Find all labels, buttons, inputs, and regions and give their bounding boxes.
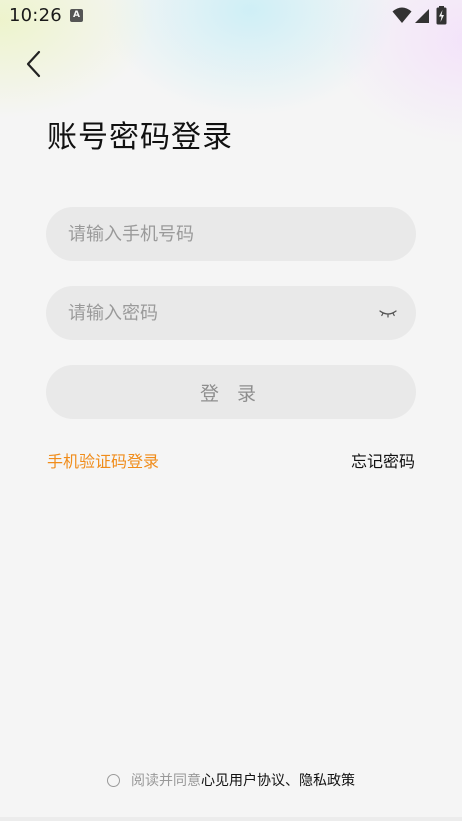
phone-field[interactable] xyxy=(46,207,416,261)
bottom-edge xyxy=(0,817,462,821)
notification-a-icon: A xyxy=(70,9,83,22)
back-button[interactable] xyxy=(18,48,50,80)
phone-input[interactable] xyxy=(68,207,368,261)
wifi-icon xyxy=(392,7,412,23)
password-input[interactable] xyxy=(68,286,368,340)
agreement-row: 阅读并同意 心见用户协议 、 隐私政策 xyxy=(0,769,462,791)
status-bar: 10:26 A xyxy=(0,0,462,32)
chevron-left-icon xyxy=(26,50,41,78)
battery-charging-icon xyxy=(436,6,447,25)
sms-login-link[interactable]: 手机验证码登录 xyxy=(47,448,159,472)
user-agreement-link[interactable]: 心见用户协议 xyxy=(201,770,285,790)
status-icons xyxy=(392,6,454,26)
agreement-separator: 、 xyxy=(285,773,299,789)
signal-icon xyxy=(415,9,429,23)
status-time: 10:26 xyxy=(9,5,62,26)
notification-a-letter: A xyxy=(73,10,80,20)
password-field[interactable] xyxy=(46,286,416,340)
agreement-prefix: 阅读并同意 xyxy=(131,773,201,789)
forgot-password-link[interactable]: 忘记密码 xyxy=(351,448,415,472)
eye-closed-icon xyxy=(379,310,397,318)
page-title: 账号密码登录 xyxy=(47,120,233,155)
agreement-checkbox[interactable] xyxy=(107,773,120,787)
password-visibility-toggle[interactable] xyxy=(378,305,398,321)
login-button[interactable]: 登 录 xyxy=(46,365,416,419)
privacy-policy-link[interactable]: 隐私政策 xyxy=(299,770,355,790)
